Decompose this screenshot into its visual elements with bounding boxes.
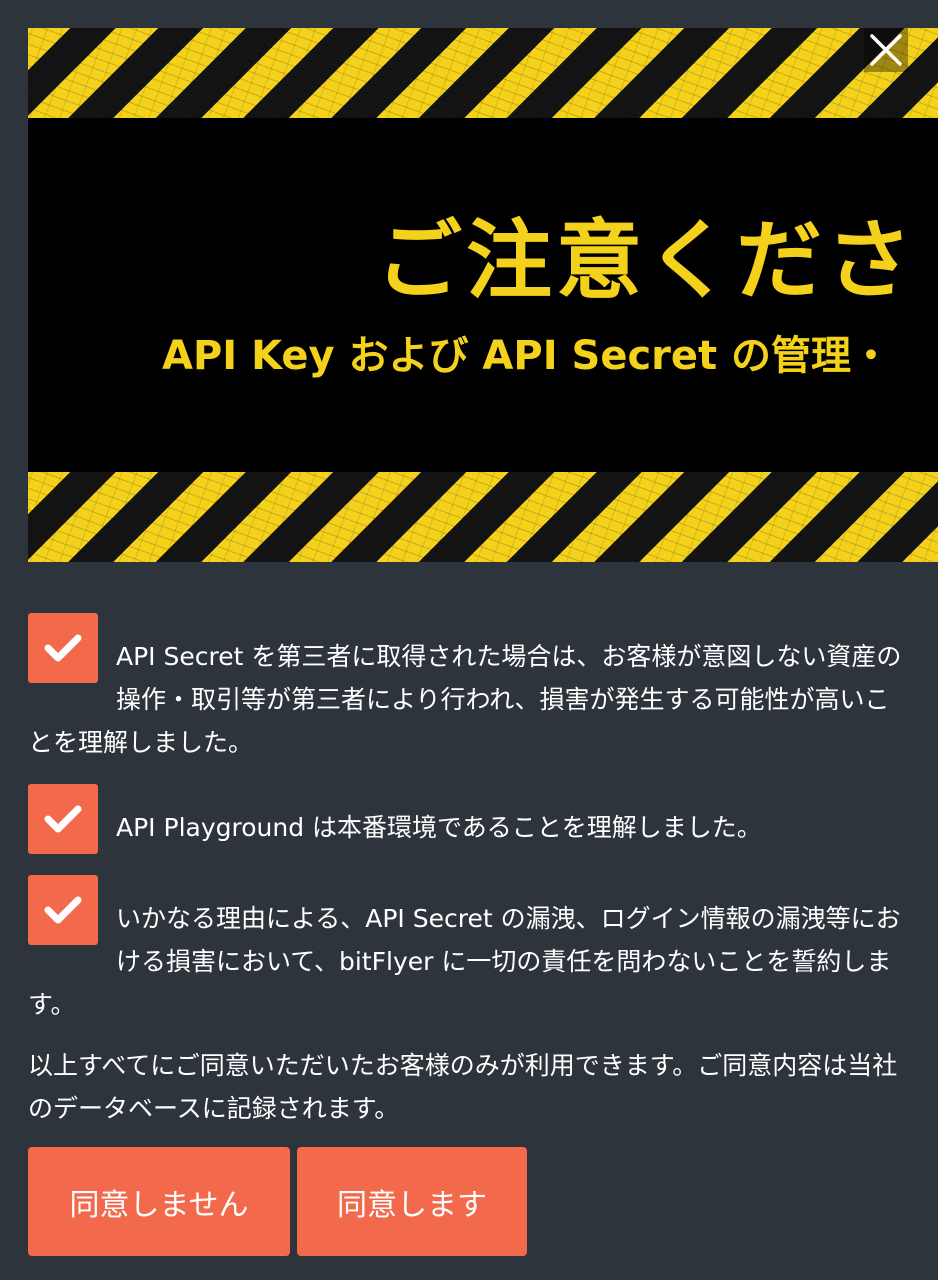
banner-title: ご注意くださ bbox=[376, 211, 916, 311]
consent-text-1: API Secret を第三者に取得された場合は、お客様が意図しない資産の操作・… bbox=[28, 642, 902, 757]
consent-item-production-env: API Playground は本番環境であることを理解しました。 bbox=[28, 784, 910, 854]
agree-button[interactable]: 同意します bbox=[297, 1147, 527, 1256]
consent-checkbox-3[interactable] bbox=[28, 875, 98, 945]
consent-text-3: いかなる理由による、API Secret の漏洩、ログイン情報の漏洩等における損… bbox=[28, 904, 901, 1019]
close-button[interactable] bbox=[864, 28, 908, 72]
consent-checkbox-2[interactable] bbox=[28, 784, 98, 854]
decline-button[interactable]: 同意しません bbox=[28, 1147, 290, 1256]
hazard-stripe-bottom bbox=[28, 472, 938, 562]
checkmark-icon bbox=[44, 805, 82, 833]
consent-notice: 以上すべてにご同意いただいたお客様のみが利用できます。ご同意内容は当社のデータベ… bbox=[28, 1051, 898, 1123]
close-icon bbox=[870, 34, 902, 66]
checkmark-icon bbox=[44, 896, 82, 924]
consent-checkbox-1[interactable] bbox=[28, 613, 98, 683]
banner-subtitle: API Key および API Secret の管理・ bbox=[162, 333, 892, 379]
consent-text-2: API Playground は本番環境であることを理解しました。 bbox=[116, 813, 762, 842]
consent-item-liability: いかなる理由による、API Secret の漏洩、ログイン情報の漏洩等における損… bbox=[28, 875, 910, 1019]
hazard-stripe-top bbox=[28, 28, 938, 118]
consent-item-secret-risk: API Secret を第三者に取得された場合は、お客様が意図しない資産の操作・… bbox=[28, 613, 910, 757]
warning-banner: ご注意くださ API Key および API Secret の管理・ bbox=[28, 28, 938, 562]
checkmark-icon bbox=[44, 634, 82, 662]
